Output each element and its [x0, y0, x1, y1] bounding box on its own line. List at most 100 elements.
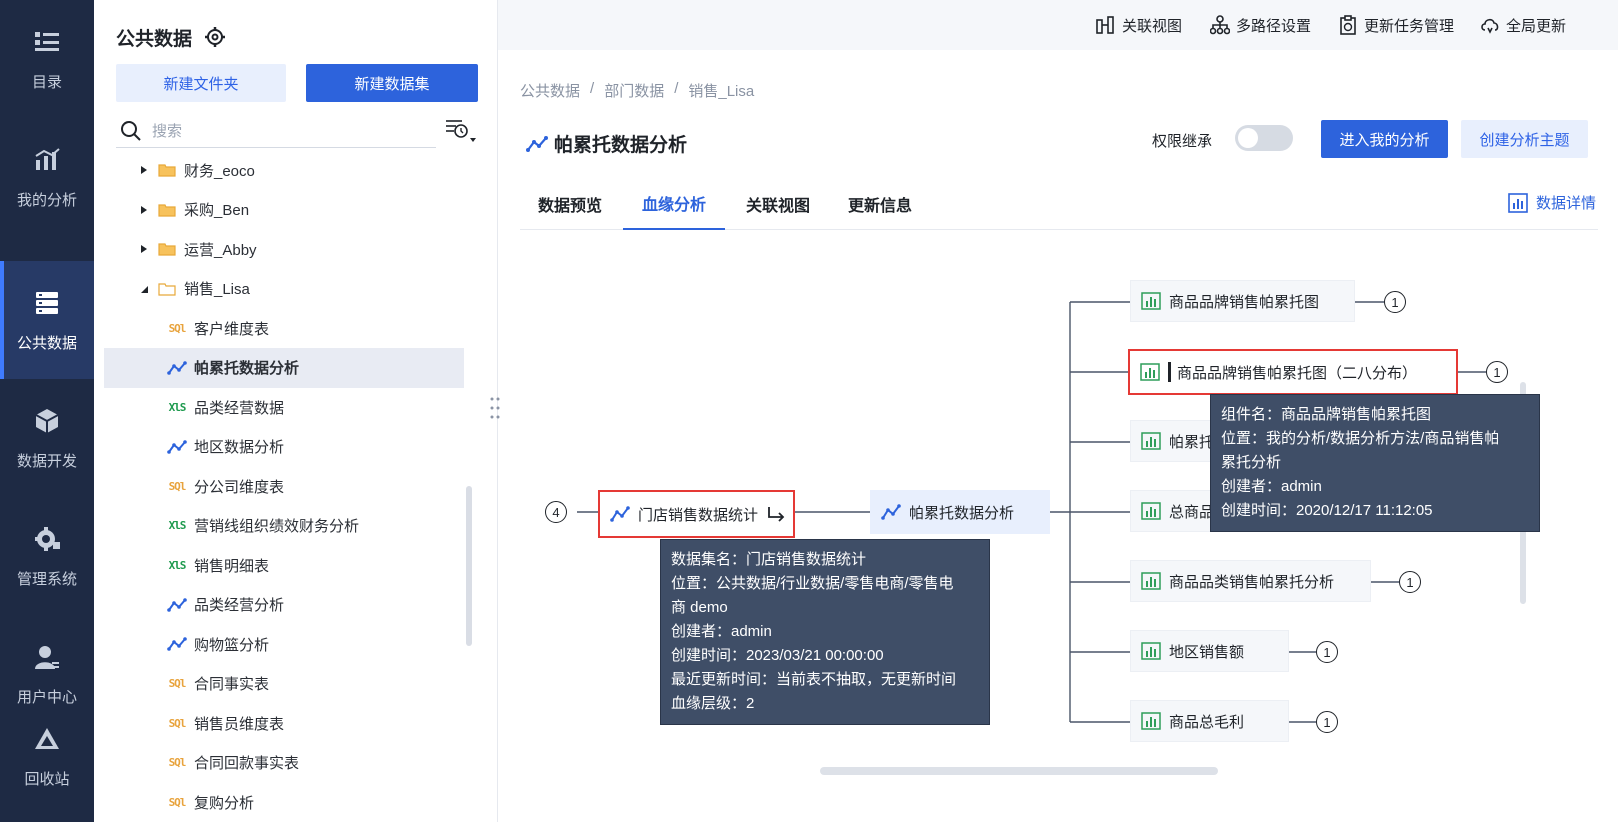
folder-icon [158, 163, 176, 177]
lineage-child-node[interactable]: 商品总毛利 [1130, 700, 1289, 742]
new-folder-button[interactable]: 新建文件夹 [116, 64, 286, 102]
downstream-count-badge[interactable]: 1 [1316, 641, 1338, 663]
lineage-child-node[interactable]: 商品品牌销售帕累托图 [1130, 280, 1355, 322]
chart-icon [32, 145, 62, 175]
node-label: 帕累托 [1169, 433, 1215, 451]
node-label: 帕累托数据分析 [909, 504, 1015, 522]
chart-component-icon [1141, 712, 1161, 730]
tree-item[interactable]: XlS 销售明细表 [104, 545, 464, 585]
downstream-count-badge[interactable]: 1 [1316, 711, 1338, 733]
search-input[interactable]: 搜索 [116, 114, 436, 148]
tree-item[interactable]: SQl 复购分析 [104, 782, 464, 822]
rail-item-my-analysis[interactable]: 我的分析 [0, 118, 94, 236]
breadcrumb-item[interactable]: 销售_Lisa [688, 80, 754, 101]
tooltip-line: 血缘层级：2 [671, 695, 755, 712]
tab-related-view[interactable]: 关联视图 [726, 178, 830, 230]
tree-item[interactable]: XlS 营销线组织绩效财务分析 [104, 506, 464, 546]
tree-item[interactable]: 购物篮分析 [104, 624, 464, 664]
tree-item-label: 运营_Abby [184, 241, 257, 259]
tree-item-label: 品类经营数据 [194, 399, 285, 417]
tree-item-label: 财务_eoco [184, 162, 255, 180]
caret-right-icon[interactable] [138, 204, 150, 216]
rail-item-public-data[interactable]: 公共数据 [0, 261, 94, 379]
sidebar-scrollbar[interactable] [466, 486, 472, 646]
history-filter-icon[interactable] [444, 117, 478, 145]
lineage-child-node[interactable]: 商品品类销售帕累托分析 [1130, 560, 1371, 602]
chart-component-icon [1141, 292, 1161, 310]
rail-label: 回收站 [24, 770, 70, 788]
tab-lineage[interactable]: 血缘分析 [623, 178, 725, 230]
tree-folder[interactable]: 销售_Lisa [104, 269, 464, 309]
lineage-child-node-highlighted[interactable]: 商品品牌销售帕累托图（二八分布） [1128, 349, 1458, 395]
rail-item-recycle[interactable]: 回收站 [0, 704, 94, 808]
breadcrumb-item[interactable]: 部门数据 [604, 80, 664, 101]
toolbar-update-tasks[interactable]: 更新任务管理 [1338, 12, 1454, 38]
enter-my-analysis-button[interactable]: 进入我的分析 [1321, 120, 1448, 158]
breadcrumb-item[interactable]: 公共数据 [520, 80, 580, 101]
lineage-child-node[interactable]: 地区销售额 [1130, 630, 1289, 672]
tree-item[interactable]: SQl 销售员维度表 [104, 703, 464, 743]
tree-item[interactable]: XlS 品类经营数据 [104, 387, 464, 427]
upstream-count-badge[interactable]: 4 [545, 501, 567, 523]
caret-right-icon[interactable] [138, 243, 150, 255]
create-topic-button[interactable]: 创建分析主题 [1461, 120, 1588, 158]
tree-item[interactable]: 帕累托数据分析 [104, 347, 464, 388]
toolbar-related-view[interactable]: 关联视图 [1096, 12, 1182, 38]
lineage-center-node[interactable]: 帕累托数据分析 [870, 490, 1050, 534]
tree-folder[interactable]: 采购_Ben [104, 190, 464, 230]
data-detail-label: 数据详情 [1535, 195, 1596, 212]
tree-item[interactable]: SQl 分公司维度表 [104, 466, 464, 506]
rail-label: 公共数据 [16, 334, 77, 352]
settings-gear-icon[interactable] [204, 26, 226, 48]
rail-item-data-dev[interactable]: 数据开发 [0, 379, 94, 497]
lineage-source-node[interactable]: 门店销售数据统计 [598, 490, 795, 538]
tree-folder[interactable]: 运营_Abby [104, 229, 464, 269]
rail-item-admin[interactable]: 管理系统 [0, 497, 94, 615]
jump-arrow-icon[interactable] [766, 505, 786, 523]
breadcrumb: 公共数据 / 部门数据 / 销售_Lisa [520, 80, 764, 101]
tooltip-line: 创建者：admin [671, 623, 772, 640]
tooltip-line: 位置：我的分析/数据分析方法/商品销售帕 [1221, 430, 1500, 447]
tree-item-label: 销售明细表 [194, 557, 270, 575]
tree-folder[interactable]: 财务_eoco [104, 154, 464, 190]
node-label: 商品总毛利 [1169, 713, 1245, 731]
analysis-icon [526, 135, 548, 152]
tree-item[interactable]: SQl 合同回款事实表 [104, 743, 464, 783]
tooltip-line: 创建时间：2020/12/17 11:12:05 [1221, 502, 1433, 519]
dataset-info-tooltip: 数据集名：门店销售数据统计 位置：公共数据/行业数据/零售电商/零售电 商 de… [660, 539, 990, 725]
tree-item[interactable]: SQl 合同事实表 [104, 664, 464, 704]
gear-icon [32, 524, 62, 554]
catalog-icon [32, 27, 62, 57]
downstream-count-badge[interactable]: 1 [1486, 361, 1508, 383]
tree-item-label: 合同事实表 [194, 676, 270, 693]
analysis-icon [166, 635, 188, 653]
tree-item[interactable]: 地区数据分析 [104, 427, 464, 467]
data-detail-link[interactable]: 数据详情 [1508, 192, 1596, 213]
toolbar-global-update[interactable]: 全局更新 [1480, 12, 1566, 38]
node-label: 门店销售数据统计 [638, 506, 759, 524]
toolbar-multipath[interactable]: 多路径设置 [1210, 12, 1311, 38]
caret-down-icon[interactable] [138, 283, 150, 295]
sql-icon: SQl [168, 716, 187, 730]
tooltip-line: 位置：公共数据/行业数据/零售电商/零售电 [671, 575, 954, 592]
tree-item[interactable]: SQl 客户维度表 [104, 308, 464, 348]
node-label: 商品品类销售帕累托分析 [1169, 573, 1335, 591]
tab-update-info[interactable]: 更新信息 [828, 178, 932, 230]
tree-item-label: 合同回款事实表 [194, 755, 300, 772]
nav-rail: 目录 我的分析 公共数据 数据开发 管理系统 用户中心 回收站 [0, 0, 94, 822]
rail-item-catalog[interactable]: 目录 [0, 0, 94, 118]
lineage-canvas[interactable]: 4 门店销售数据统计 帕累托数据分析 商品品牌销售帕累托图 1 商品品牌销售帕累… [498, 232, 1618, 822]
canvas-horizontal-scrollbar[interactable] [820, 767, 1218, 775]
new-dataset-button[interactable]: 新建数据集 [306, 64, 478, 102]
tab-data-preview[interactable]: 数据预览 [520, 178, 620, 230]
chart-component-icon [1140, 363, 1160, 381]
search-icon [121, 120, 141, 141]
tree-item-label: 销售_Lisa [184, 281, 250, 298]
tree-item[interactable]: 品类经营分析 [104, 585, 464, 625]
permission-inherit-toggle[interactable] [1235, 125, 1293, 151]
downstream-count-badge[interactable]: 1 [1399, 571, 1421, 593]
folder-icon [158, 242, 176, 256]
downstream-count-badge[interactable]: 1 [1384, 291, 1406, 313]
caret-right-icon[interactable] [138, 164, 150, 176]
analysis-icon [881, 504, 901, 520]
